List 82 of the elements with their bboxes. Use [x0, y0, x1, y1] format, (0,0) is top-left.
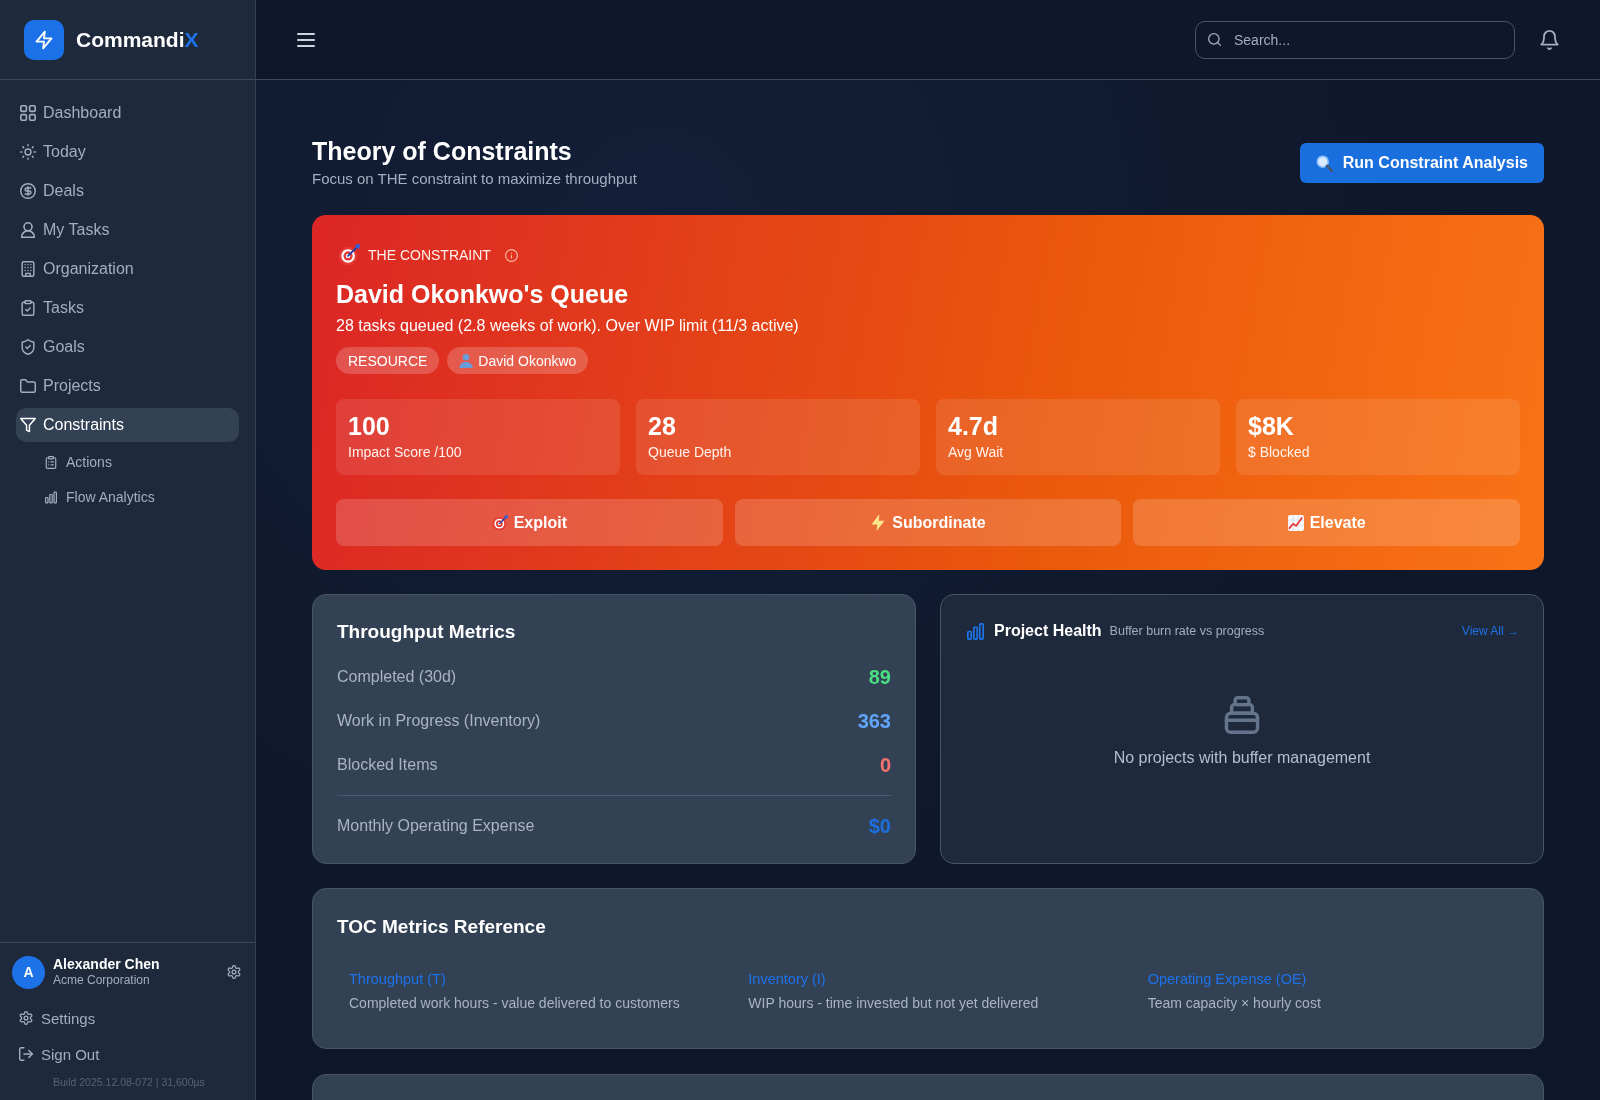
user-icon — [20, 222, 36, 238]
nav-item[interactable]: Projects — [16, 369, 239, 403]
metric-value: 363 — [857, 709, 891, 733]
user-name: Alexander Chen — [53, 956, 161, 973]
search-icon — [1208, 32, 1221, 46]
stat-value: 4.7d — [948, 411, 1000, 441]
nav-item[interactable]: Organization — [16, 252, 239, 286]
metric-label: Monthly Operating Expense — [337, 817, 535, 835]
nav-item[interactable]: Goals — [16, 330, 239, 364]
stat-value: 28 — [648, 411, 677, 441]
eyebrow-label: THE CONSTRAINT — [368, 247, 491, 263]
person-icon — [459, 353, 474, 368]
sidebar-link[interactable]: Settings — [12, 1001, 243, 1035]
metric-value: 0 — [879, 753, 891, 777]
stat-label: Avg Wait — [948, 443, 1005, 461]
term-title: Inventory (I) — [748, 970, 827, 989]
building-icon — [20, 261, 36, 277]
stat-label: Impact Score /100 — [348, 443, 463, 461]
page-subtitle: Focus on THE constraint to maximize throughput — [312, 169, 637, 189]
brand-name: CommandiX — [76, 27, 199, 52]
card-title: Project Health — [994, 622, 1102, 640]
card-title: TOC Metrics Reference — [337, 915, 547, 939]
nav-subitem[interactable]: Actions — [16, 447, 239, 477]
stat-label: $ Blocked — [1248, 443, 1311, 461]
bar-chart-icon — [45, 490, 57, 504]
build-info: Build 2025.12.08-072 | 31,600µs — [52, 1075, 206, 1089]
metric-value: 89 — [868, 665, 891, 689]
info-icon[interactable] — [504, 248, 518, 262]
nav-item[interactable]: Dashboard — [16, 96, 239, 130]
search-field[interactable]: Search... — [1195, 20, 1515, 59]
bell-icon[interactable] — [1540, 29, 1559, 50]
nav-item[interactable]: My Tasks — [16, 213, 239, 247]
organization-name: Acme Corporation — [53, 973, 151, 988]
term-title: Throughput (T) — [349, 970, 447, 989]
sign-out-icon — [19, 1047, 33, 1061]
card-subtitle: Buffer burn rate vs progress — [1109, 624, 1265, 638]
metric-value: $0 — [868, 814, 891, 838]
metric-label: Work in Progress (Inventory) — [337, 712, 541, 730]
action-button[interactable]: Exploit — [336, 499, 723, 546]
target-icon — [491, 514, 508, 531]
term-definition: WIP hours - time invested but not yet delivered — [748, 994, 1040, 1013]
line-chart-icon — [1287, 514, 1304, 531]
clipboard-icon — [45, 455, 57, 469]
metric-label: Blocked Items — [337, 756, 438, 774]
constraint-description: 28 tasks queued (2.8 weeks of work). Over WIP limit (11/3 active) — [336, 316, 800, 336]
grid-icon — [20, 105, 36, 121]
term-title: Operating Expense (OE) — [1147, 970, 1308, 989]
stack-icon — [1223, 696, 1261, 734]
metric-label: Completed (30d) — [337, 668, 457, 686]
page-title: Theory of Constraints — [312, 136, 573, 166]
settings-icon — [19, 1011, 33, 1025]
term-definition: Completed work hours - value delivered to customers — [349, 994, 681, 1013]
logo-icon — [24, 19, 64, 60]
stat-label: Queue Depth — [648, 443, 733, 461]
sun-icon — [20, 144, 36, 160]
nav-item[interactable]: Today — [16, 135, 239, 169]
term-definition: Team capacity × hourly cost — [1147, 994, 1322, 1013]
run-analysis-button[interactable]: Run Constraint Analysis — [1299, 143, 1544, 183]
avatar: A — [12, 955, 45, 989]
nav-item[interactable]: Constraints — [16, 408, 239, 442]
nav-item[interactable]: Deals — [16, 174, 239, 208]
search-icon — [1315, 154, 1333, 172]
type-tag: RESOURCE — [336, 347, 440, 374]
assignee-name: David Okonkwo — [478, 352, 577, 369]
bar-chart-icon — [967, 622, 984, 640]
stat-value: $8K — [1248, 411, 1295, 441]
stat-value: 100 — [348, 411, 391, 441]
settings-icon[interactable] — [227, 965, 241, 979]
folder-icon — [20, 378, 36, 394]
clipboard-check-icon — [20, 300, 36, 316]
empty-message: No projects with buffer management — [1113, 748, 1371, 768]
shield-check-icon — [20, 339, 36, 355]
lightning-icon — [870, 514, 887, 531]
target-icon — [338, 244, 360, 266]
constraint-title: David Okonkwo's Queue — [336, 279, 630, 309]
card-title: Throughput Metrics — [337, 620, 517, 644]
nav-subitem[interactable]: Flow Analytics — [16, 482, 239, 512]
funnel-icon — [20, 417, 36, 433]
sidebar-link[interactable]: Sign Out — [12, 1037, 243, 1071]
nav-item[interactable]: Tasks — [16, 291, 239, 325]
menu-icon[interactable] — [297, 32, 315, 47]
dollar-icon — [20, 183, 36, 199]
